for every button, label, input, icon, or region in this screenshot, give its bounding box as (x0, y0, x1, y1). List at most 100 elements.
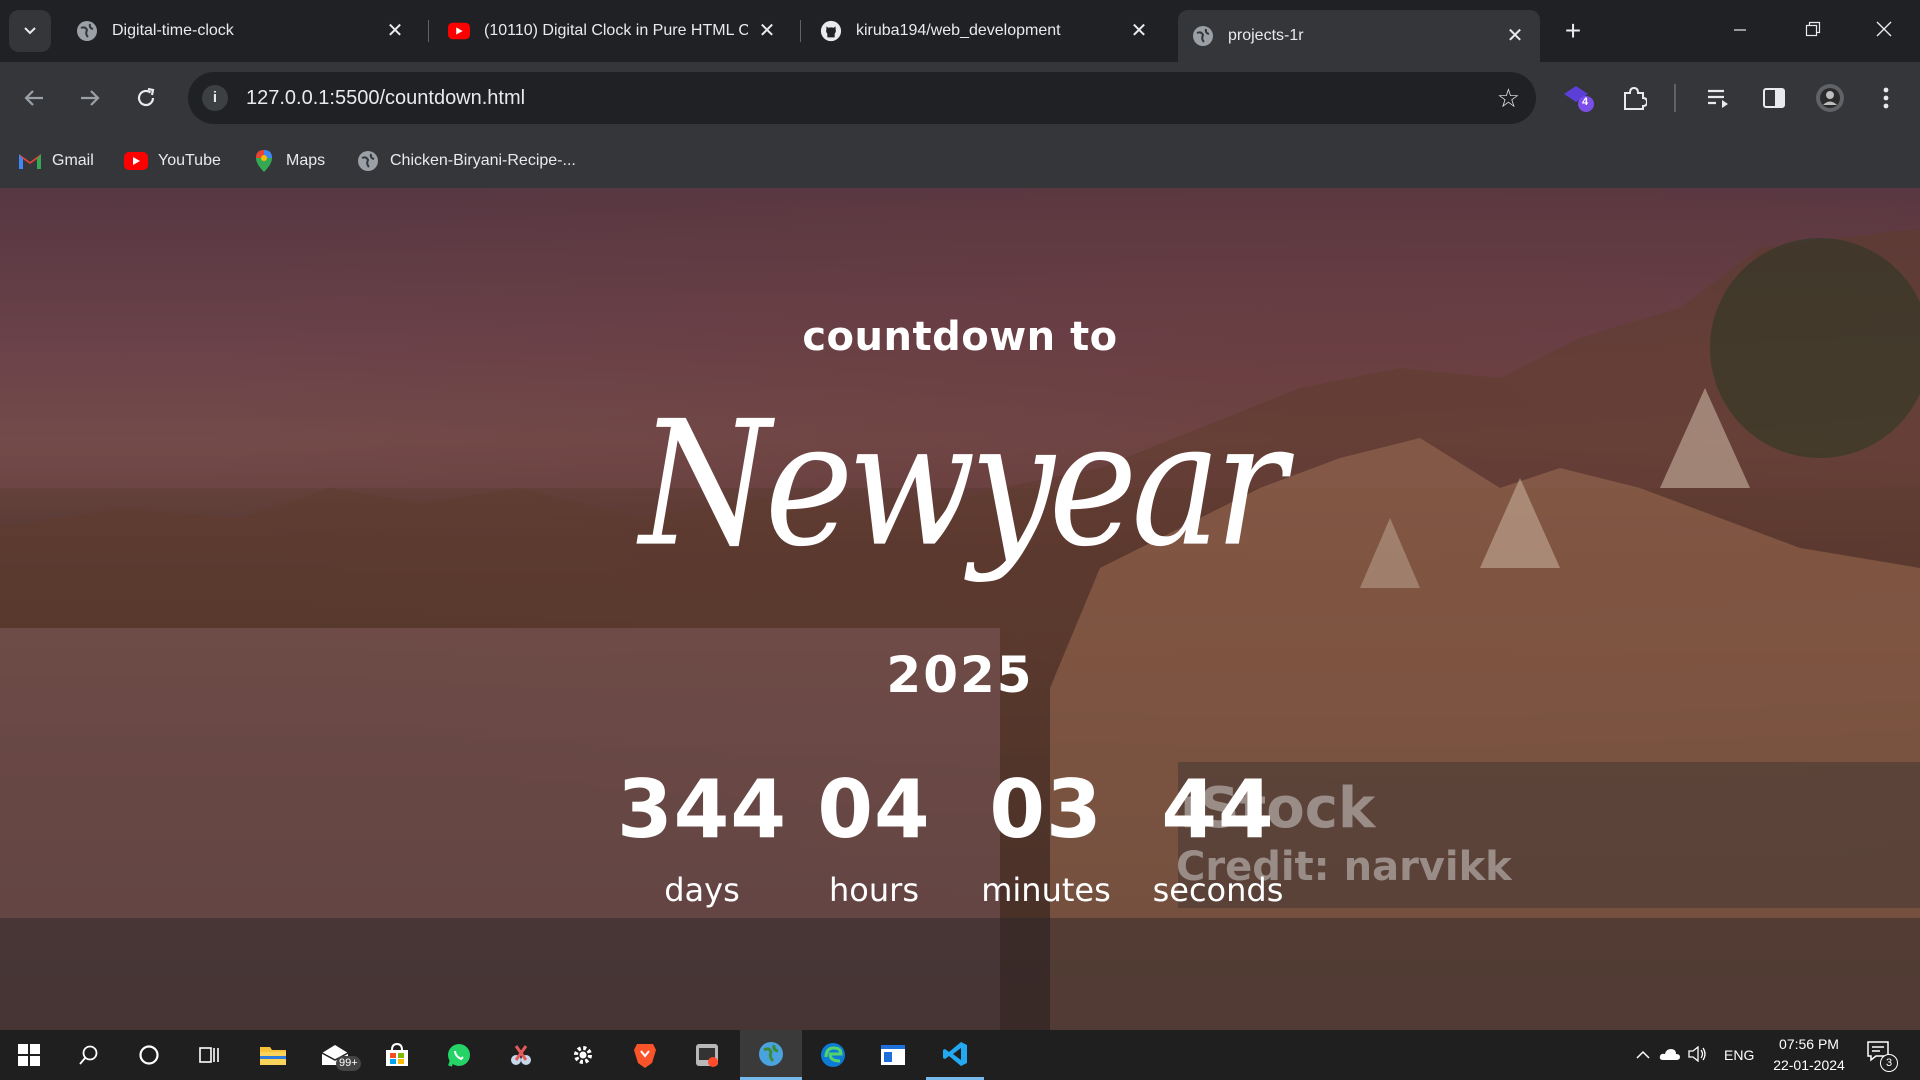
vscode-icon (943, 1041, 967, 1066)
bookmark-maps[interactable]: Maps (252, 147, 325, 175)
address-bar[interactable]: i 127.0.0.1:5500/countdown.html ☆ (188, 72, 1536, 124)
back-button[interactable] (14, 78, 54, 118)
search-icon (79, 1045, 98, 1065)
tab-digital-time-clock[interactable]: Digital-time-clock ✕ (62, 10, 420, 52)
countdown-days: 344 days (607, 770, 797, 910)
task-view-button[interactable] (180, 1030, 238, 1080)
gmail-icon (18, 149, 42, 173)
countdown-hours: 04 hours (779, 770, 969, 910)
tab-projects-1r[interactable]: projects-1r ✕ (1178, 10, 1540, 62)
youtube-icon (124, 149, 148, 173)
minimize-button[interactable] (1710, 10, 1770, 52)
close-icon[interactable]: ✕ (384, 20, 406, 42)
tab-title: (10110) Digital Clock in Pure HTML CS (484, 22, 748, 39)
seconds-value: 44 (1161, 763, 1275, 856)
window-app-icon (881, 1045, 905, 1065)
clock-time: 07:56 PM (1779, 1036, 1839, 1052)
media-app-button[interactable] (678, 1030, 736, 1080)
countdown-minutes: 03 minutes (951, 770, 1141, 910)
side-panel-icon[interactable] (1756, 80, 1792, 116)
github-icon (820, 20, 842, 42)
snipping-tool-button[interactable] (492, 1030, 550, 1080)
hours-value: 04 (817, 763, 931, 856)
seconds-label: seconds (1152, 871, 1284, 909)
chevron-up-icon[interactable] (1630, 1047, 1656, 1063)
close-icon[interactable]: ✕ (1128, 20, 1150, 42)
volume-icon[interactable] (1684, 1045, 1712, 1065)
reading-list-icon[interactable] (1700, 80, 1736, 116)
onedrive-network-icon[interactable] (1656, 1046, 1684, 1065)
site-info-icon[interactable]: i (202, 85, 228, 111)
extension-badge-icon[interactable]: 4 (1560, 80, 1596, 116)
microsoft-store-button[interactable] (368, 1030, 426, 1080)
minutes-label: minutes (981, 871, 1111, 909)
browser-toolbar: i 127.0.0.1:5500/countdown.html ☆ 4 (0, 62, 1920, 134)
countdown-seconds: 44 seconds (1123, 770, 1313, 910)
bookmark-chicken-biryani[interactable]: Chicken-Biryani-Recipe-... (356, 147, 576, 175)
bookmark-gmail[interactable]: Gmail (18, 147, 94, 175)
whatsapp-icon (448, 1044, 470, 1067)
tab-separator (428, 20, 429, 42)
restore-button[interactable] (1783, 10, 1843, 52)
task-view-icon (199, 1047, 219, 1063)
newyear-title: Newyear (639, 384, 1286, 586)
cortana-circle-icon (139, 1045, 159, 1065)
whatsapp-button[interactable] (430, 1030, 488, 1080)
edge-browser-button[interactable] (804, 1030, 862, 1080)
arrow-right-icon (81, 90, 100, 106)
menu-kebab-icon[interactable] (1868, 80, 1904, 116)
notification-center-button[interactable]: 3 (1866, 1040, 1898, 1072)
profile-avatar-icon[interactable] (1812, 80, 1848, 116)
window-app-button[interactable] (864, 1030, 922, 1080)
minutes-value: 03 (989, 763, 1103, 856)
start-button[interactable] (0, 1030, 58, 1080)
days-value: 344 (617, 763, 787, 856)
countdown-page: iStock Credit: narvikk countdown to Newy… (0, 188, 1920, 1030)
close-icon[interactable]: ✕ (756, 20, 778, 42)
bookmarks-bar: Gmail YouTube Maps Chicken-Biryani-Recip… (0, 134, 1920, 188)
bookmark-youtube[interactable]: YouTube (124, 147, 221, 175)
close-window-button[interactable] (1854, 10, 1914, 52)
globe-icon (1192, 25, 1214, 47)
chevron-down-icon (24, 27, 36, 35)
tab-strip: Digital-time-clock ✕ (10110) Digital Clo… (0, 0, 1920, 62)
file-explorer-button[interactable] (244, 1030, 302, 1080)
tab-github-web-development[interactable]: kiruba194/web_development ✕ (806, 10, 1164, 52)
extension-badge-count: 4 (1582, 96, 1589, 108)
gear-icon (574, 1046, 592, 1064)
tab-youtube-digital-clock[interactable]: (10110) Digital Clock in Pure HTML CS ✕ (434, 10, 792, 52)
reload-button[interactable] (126, 78, 166, 118)
language-indicator[interactable]: ENG (1724, 1047, 1754, 1063)
bookmark-star-icon[interactable]: ☆ (1497, 83, 1520, 113)
tab-search-button[interactable] (9, 10, 51, 52)
store-icon (386, 1042, 408, 1066)
system-tray: ENG (1630, 1030, 1754, 1080)
youtube-icon (448, 20, 470, 42)
toolbar-separator (1674, 84, 1676, 112)
forward-button[interactable] (70, 78, 110, 118)
tab-title: projects-1r (1228, 27, 1304, 44)
brave-browser-button[interactable] (616, 1030, 674, 1080)
settings-button[interactable] (554, 1030, 612, 1080)
cortana-button[interactable] (120, 1030, 178, 1080)
close-icon (1876, 21, 1892, 37)
restore-icon (1805, 21, 1821, 37)
snipping-tool-icon (511, 1045, 531, 1065)
vscode-button[interactable] (926, 1030, 984, 1080)
media-app-icon (696, 1044, 718, 1067)
tab-title: kiruba194/web_development (856, 22, 1061, 39)
new-tab-button[interactable]: + (1556, 14, 1590, 48)
url-text[interactable]: 127.0.0.1:5500/countdown.html (246, 72, 525, 124)
search-button[interactable] (60, 1030, 118, 1080)
arrow-left-icon (24, 90, 43, 106)
maps-icon (252, 149, 276, 173)
tab-separator (800, 20, 801, 42)
reload-icon (137, 87, 155, 107)
chrome-browser-button[interactable] (740, 1030, 802, 1080)
close-icon[interactable]: ✕ (1504, 25, 1526, 47)
bookmark-label: YouTube (158, 152, 221, 169)
taskbar-clock[interactable]: 07:56 PM 22-01-2024 (1764, 1034, 1854, 1076)
mail-button[interactable]: 99+ (306, 1030, 364, 1080)
extensions-puzzle-icon[interactable] (1616, 80, 1652, 116)
windows-taskbar: 99+ ENG 07:56 PM 22-01-2024 3 (0, 1030, 1920, 1080)
